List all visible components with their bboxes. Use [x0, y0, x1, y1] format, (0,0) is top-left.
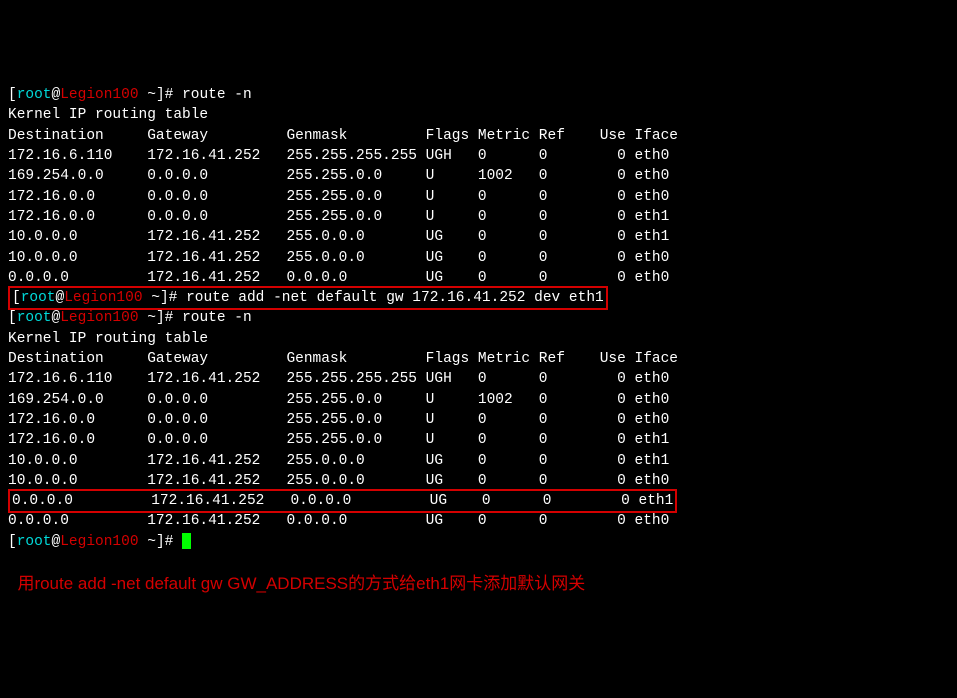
prompt-open: [ — [8, 87, 17, 103]
cmd-route-n-2: route -n — [182, 310, 252, 326]
highlight-box-2: 0.0.0.0 172.16.41.252 0.0.0.0 UG 0 0 0 e… — [8, 489, 677, 513]
cmd-route-add: route add -net default gw 172.16.41.252 … — [186, 290, 604, 306]
table-row: 172.16.6.110 172.16.41.252 255.255.255.2… — [8, 146, 949, 166]
prompt-close: ]# — [156, 87, 182, 103]
table-row: 172.16.0.0 0.0.0.0 255.255.0.0 U 0 0 0 e… — [8, 207, 949, 227]
prompt-host: Legion100 — [60, 534, 138, 550]
cmd-line-2-wrapper: [root@Legion100 ~]# route add -net defau… — [8, 288, 949, 308]
prompt-close: ]# — [156, 310, 182, 326]
highlight-box-1: [root@Legion100 ~]# route add -net defau… — [8, 286, 608, 310]
table-row: 10.0.0.0 172.16.41.252 255.0.0.0 UG 0 0 … — [8, 248, 949, 268]
prompt-open: [ — [8, 310, 17, 326]
table-header-2: Destination Gateway Genmask Flags Metric… — [8, 349, 949, 369]
table-row: 169.254.0.0 0.0.0.0 255.255.0.0 U 1002 0… — [8, 390, 949, 410]
prompt-user: root — [21, 290, 56, 306]
prompt-at: @ — [52, 87, 61, 103]
prompt-close: ]# — [156, 534, 182, 550]
prompt-user: root — [17, 310, 52, 326]
table-row: 0.0.0.0 172.16.41.252 0.0.0.0 UG 0 0 0 e… — [8, 268, 949, 288]
cmd-line-3: [root@Legion100 ~]# route -n — [8, 308, 949, 328]
spacer — [8, 552, 949, 572]
table-row: 10.0.0.0 172.16.41.252 255.0.0.0 UG 0 0 … — [8, 471, 949, 491]
prompt-dir: ~ — [143, 290, 160, 306]
prompt-dir: ~ — [139, 87, 156, 103]
annotation-text: 用route add -net default gw GW_ADDRESS的方式… — [8, 572, 949, 596]
table-row: 172.16.0.0 0.0.0.0 255.255.0.0 U 0 0 0 e… — [8, 430, 949, 450]
cursor-icon — [182, 533, 191, 549]
prompt-at: @ — [52, 534, 61, 550]
prompt-host: Legion100 — [64, 290, 142, 306]
prompt-close: ]# — [160, 290, 186, 306]
prompt-at: @ — [56, 290, 65, 306]
table-row: 10.0.0.0 172.16.41.252 255.0.0.0 UG 0 0 … — [8, 227, 949, 247]
prompt-user: root — [17, 87, 52, 103]
terminal-output[interactable]: [root@Legion100 ~]# route -nKernel IP ro… — [8, 85, 949, 596]
prompt-at: @ — [52, 310, 61, 326]
prompt-host: Legion100 — [60, 310, 138, 326]
prompt-open: [ — [12, 290, 21, 306]
table-row: 10.0.0.0 172.16.41.252 255.0.0.0 UG 0 0 … — [8, 451, 949, 471]
table-header-1: Destination Gateway Genmask Flags Metric… — [8, 126, 949, 146]
prompt-user: root — [17, 534, 52, 550]
cmd-line-1: [root@Legion100 ~]# route -n — [8, 85, 949, 105]
routing-table-heading-2: Kernel IP routing table — [8, 329, 949, 349]
table-row: 0.0.0.0 172.16.41.252 0.0.0.0 UG 0 0 0 e… — [8, 511, 949, 531]
table-row: 172.16.6.110 172.16.41.252 255.255.255.2… — [8, 369, 949, 389]
table-row-highlighted: 0.0.0.0 172.16.41.252 0.0.0.0 UG 0 0 0 e… — [8, 491, 949, 511]
table-row: 169.254.0.0 0.0.0.0 255.255.0.0 U 1002 0… — [8, 166, 949, 186]
cmd-line-4[interactable]: [root@Legion100 ~]# — [8, 532, 949, 552]
cmd-route-n-1: route -n — [182, 87, 252, 103]
prompt-open: [ — [8, 534, 17, 550]
routing-table-heading-1: Kernel IP routing table — [8, 105, 949, 125]
prompt-dir: ~ — [139, 534, 156, 550]
table-row: 172.16.0.0 0.0.0.0 255.255.0.0 U 0 0 0 e… — [8, 187, 949, 207]
table-row: 172.16.0.0 0.0.0.0 255.255.0.0 U 0 0 0 e… — [8, 410, 949, 430]
prompt-dir: ~ — [139, 310, 156, 326]
prompt-host: Legion100 — [60, 87, 138, 103]
